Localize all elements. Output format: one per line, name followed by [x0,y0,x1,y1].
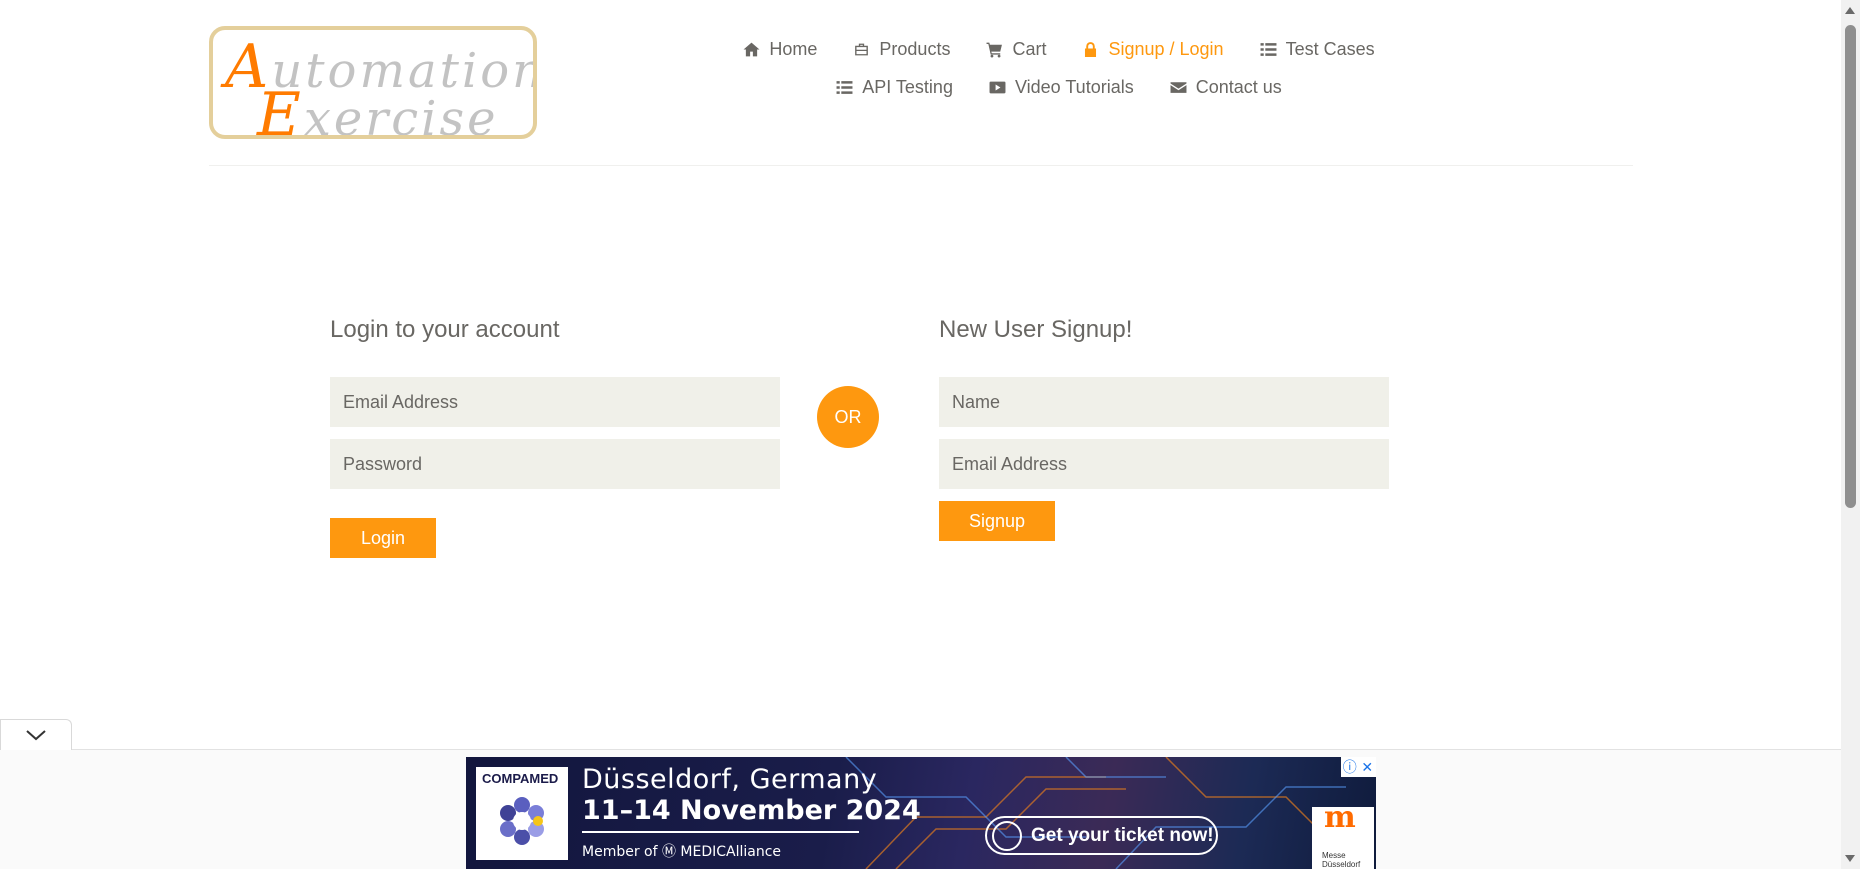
ad-ticket-button[interactable]: Get your ticket now! [985,816,1218,855]
vertical-scrollbar[interactable] [1841,0,1860,869]
ad-controls: ⓘ ✕ [1341,757,1376,777]
ad-banner[interactable]: COMPAMED Düsseldorf, Germany 11–14 Novem… [466,757,1376,869]
nav-api-testing[interactable]: API Testing [836,74,953,100]
nav-contact-us-label: Contact us [1195,76,1282,97]
logo-line-2: Exercise [257,80,499,139]
nav-video-tutorials[interactable]: Video Tutorials [989,74,1134,100]
home-icon [743,42,760,56]
automation-exercise-logo[interactable]: Automation Exercise [209,26,537,139]
messe-line-1: Messe [1322,851,1346,860]
lock-icon [1085,41,1097,57]
scrollbar-thumb[interactable] [1845,25,1856,508]
list-icon [836,80,853,94]
briefcase-icon [855,43,869,55]
scroll-up-icon[interactable] [1845,7,1855,14]
nav-cart-label: Cart [1012,38,1047,59]
ad-collapse-toggle[interactable] [0,719,72,750]
messe-duesseldorf-logo: m Messe Düsseldorf [1312,800,1374,869]
nav-home-label: Home [769,38,818,59]
signup-name-input[interactable] [939,377,1389,427]
nav-video-tutorials-label: Video Tutorials [1014,76,1134,97]
login-password-input[interactable] [330,439,780,489]
main-nav: Home Products Cart Signup / Login Test C… [689,36,1429,100]
messe-line-2: Düsseldorf [1322,860,1361,869]
youtube-play-icon [989,81,1006,93]
scroll-down-icon[interactable] [1845,855,1855,862]
login-button[interactable]: Login [330,518,436,558]
ad-rule [582,831,859,833]
login-title: Login to your account [330,316,560,343]
nav-test-cases-label: Test Cases [1285,38,1375,59]
nav-cart[interactable]: Cart [986,36,1046,62]
arrow-circle-icon [992,821,1022,851]
chevron-down-icon [26,730,46,741]
ad-member: Member of Ⓜ MEDICAlliance [582,844,782,860]
nav-signup-login-label: Signup / Login [1108,38,1224,59]
nav-test-cases[interactable]: Test Cases [1260,36,1375,62]
nav-products-label: Products [879,38,951,59]
ad-city: Düsseldorf, Germany [582,764,878,795]
envelope-icon [1170,81,1187,93]
signup-title: New User Signup! [939,316,1133,343]
signup-form: New User Signup! Signup [939,314,1389,541]
or-divider: OR [817,386,879,448]
login-form: Login to your account Login [330,314,780,558]
compamed-logo: COMPAMED [476,767,568,860]
close-icon[interactable]: ✕ [1359,757,1377,777]
login-email-input[interactable] [330,377,780,427]
signup-button[interactable]: Signup [939,501,1055,541]
nav-home[interactable]: Home [743,36,817,62]
site-header: Automation Exercise Home Products Cart S… [209,0,1633,166]
compamed-flower-icon [500,797,544,845]
signup-email-input[interactable] [939,439,1389,489]
shopping-cart-icon [986,42,1003,57]
list-icon [1260,42,1277,56]
ad-dates: 11–14 November 2024 [582,795,921,826]
ad-ticket-label: Get your ticket now! [1031,824,1214,846]
nav-products[interactable]: Products [853,36,950,62]
info-icon[interactable]: ⓘ [1341,757,1359,777]
nav-signup-login[interactable]: Signup / Login [1082,36,1224,62]
nav-contact-us[interactable]: Contact us [1170,74,1282,100]
nav-api-testing-label: API Testing [862,76,953,97]
messe-mark-icon: m [1324,800,1356,835]
